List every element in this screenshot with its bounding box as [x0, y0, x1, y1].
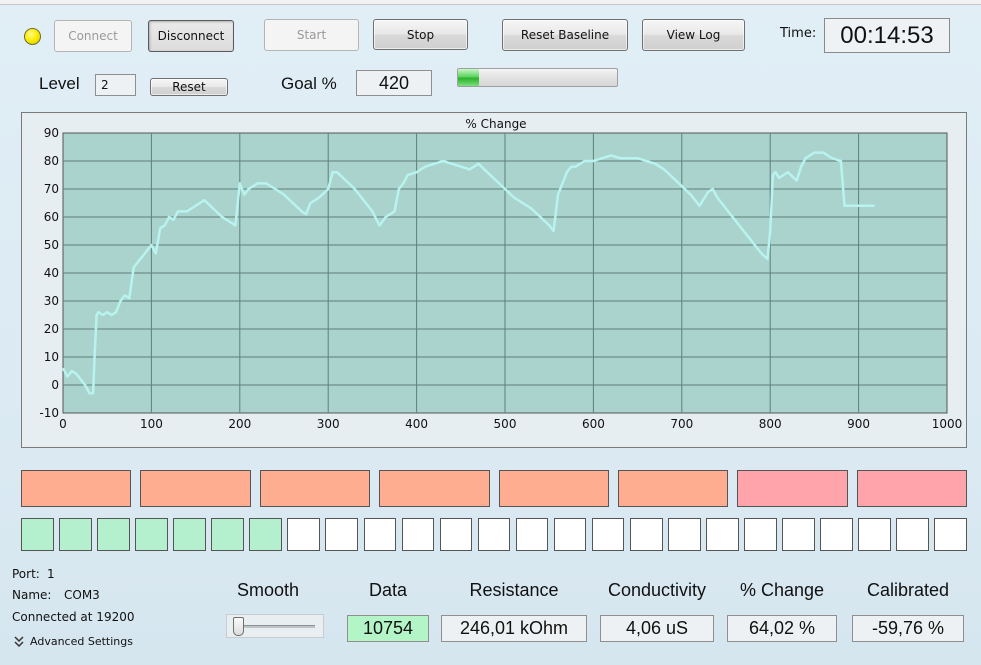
progress-step-empty [820, 518, 853, 551]
goal-progress-fill [458, 69, 479, 86]
progress-step-row [21, 518, 967, 551]
progress-step-empty [401, 518, 435, 551]
goal-percent-value: 420 [356, 70, 432, 96]
y-tick-label: 50 [44, 238, 59, 252]
progress-step-empty [668, 518, 701, 551]
level-indicator-tile [140, 470, 251, 507]
y-tick-label: 60 [44, 210, 59, 224]
progress-step-filled [59, 518, 92, 551]
time-label: Time: [780, 26, 817, 41]
smooth-label: Smooth [236, 580, 300, 600]
level-input[interactable]: 2 [95, 74, 136, 96]
level-indicator-tile [379, 470, 490, 507]
goal-percent-label: Goal % [281, 74, 337, 93]
data-label: Data [368, 580, 408, 600]
y-tick-label: 80 [44, 154, 59, 168]
progress-step-empty [782, 518, 815, 551]
view-log-button[interactable]: View Log [642, 19, 745, 51]
y-tick-label: -10 [39, 406, 59, 420]
data-value: 10754 [347, 615, 429, 642]
x-tick-label: 0 [59, 417, 67, 431]
chart-title: % Change [465, 117, 526, 131]
progress-step-empty [706, 518, 739, 551]
progress-step-empty [287, 518, 320, 551]
progress-step-empty [858, 518, 891, 551]
disconnect-button[interactable]: Disconnect [148, 20, 234, 52]
resistance-value: 246,01 kOhm [441, 615, 587, 642]
progress-step-filled [249, 518, 282, 551]
progress-step-empty [744, 518, 777, 551]
connection-status-text: Connected at 19200 [12, 610, 135, 624]
advanced-settings-toggle[interactable]: Advanced Settings [14, 635, 133, 648]
level-reset-button[interactable]: Reset [150, 78, 228, 96]
level-indicator-tile [259, 470, 371, 507]
x-tick-label: 600 [582, 417, 605, 431]
progress-step-filled [97, 518, 130, 551]
progress-step-filled [211, 518, 244, 551]
smooth-slider-track [235, 625, 315, 628]
progress-step-empty [439, 518, 473, 551]
port-value: 1 [47, 567, 55, 581]
x-tick-label: 400 [405, 417, 428, 431]
y-tick-label: 90 [44, 126, 59, 140]
goal-progress-bar [457, 68, 618, 87]
conductivity-value: 4,06 uS [600, 615, 714, 642]
progress-step-empty [325, 518, 359, 551]
calibrated-value: -59,76 % [852, 615, 964, 642]
start-button[interactable]: Start [264, 19, 359, 51]
y-tick-label: 30 [44, 294, 59, 308]
percent-change-chart-panel: % Change 0 100 200 300 400 500 600 700 800 900 100… [21, 112, 967, 448]
device-name-value: COM3 [64, 588, 100, 602]
resistance-label: Resistance [469, 580, 559, 600]
progress-step-empty [591, 518, 625, 551]
progress-step-filled [173, 518, 206, 551]
double-chevron-down-icon [14, 635, 24, 647]
x-tick-label: 1000 [932, 417, 963, 431]
x-tick-label: 900 [847, 417, 870, 431]
percent-change-value: 64,02 % [727, 615, 837, 642]
percent-change-chart: % Change 0 100 200 300 400 500 600 700 800 900 100… [39, 117, 963, 431]
level-indicator-row [21, 470, 967, 507]
level-indicator-tile [498, 470, 609, 507]
level-indicator-tile [21, 470, 132, 507]
x-tick-label: 200 [228, 417, 251, 431]
progress-step-empty [553, 518, 587, 551]
reset-baseline-button[interactable]: Reset Baseline [502, 19, 628, 51]
x-tick-label: 300 [317, 417, 340, 431]
level-label: Level [39, 74, 80, 93]
menu-bar-strip [0, 0, 981, 5]
level-indicator-tile [617, 470, 729, 507]
level-indicator-tile [737, 470, 848, 507]
progress-step-empty [477, 518, 511, 551]
progress-step-empty [896, 518, 929, 551]
connect-button[interactable]: Connect [54, 20, 132, 52]
port-label: Port: [12, 567, 40, 581]
advanced-settings-label: Advanced Settings [30, 635, 133, 648]
y-tick-label: 40 [44, 266, 59, 280]
progress-step-empty [363, 518, 397, 551]
percent-change-label: % Change [739, 580, 825, 600]
y-tick-label: 70 [44, 182, 59, 196]
calibrated-label: Calibrated [866, 580, 950, 600]
progress-step-empty [934, 518, 967, 551]
connection-status-led [24, 28, 41, 45]
smooth-slider[interactable] [226, 614, 324, 638]
progress-step-empty [629, 518, 663, 551]
progress-step-empty [515, 518, 549, 551]
x-tick-label: 800 [759, 417, 782, 431]
smooth-slider-thumb[interactable] [233, 617, 244, 636]
elapsed-time-display: 00:14:53 [824, 18, 950, 53]
x-tick-label: 700 [670, 417, 693, 431]
x-tick-label: 100 [140, 417, 163, 431]
y-tick-label: 20 [44, 322, 59, 336]
x-tick-label: 500 [494, 417, 517, 431]
progress-step-filled [135, 518, 168, 551]
device-name-label: Name: [12, 588, 52, 602]
level-indicator-tile [856, 470, 967, 507]
progress-step-filled [21, 518, 54, 551]
conductivity-label: Conductivity [607, 580, 707, 600]
stop-button[interactable]: Stop [373, 19, 468, 50]
y-tick-label: 0 [51, 378, 59, 392]
y-tick-label: 10 [44, 350, 59, 364]
